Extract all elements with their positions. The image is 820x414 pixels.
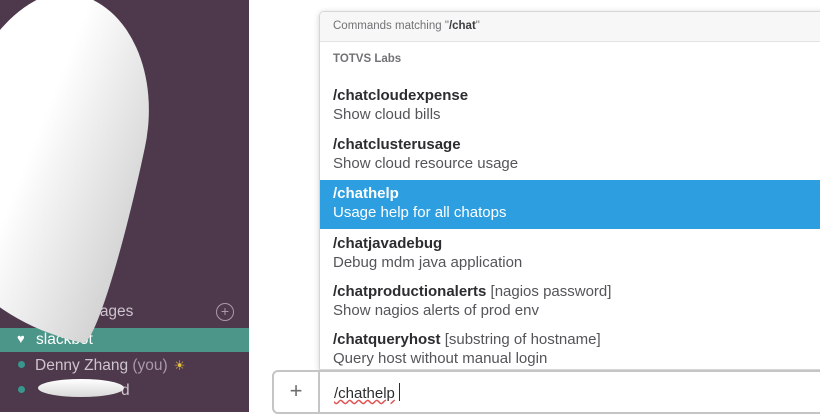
command-name: /chatclusterusage bbox=[333, 136, 461, 153]
add-dm-icon[interactable]: + bbox=[216, 303, 234, 321]
command-item[interactable]: /chatcloudexpense Show cloud bills bbox=[320, 82, 820, 131]
command-item[interactable]: /chatproductionalerts [nagios password] … bbox=[320, 278, 820, 327]
command-name: /chatcloudexpense bbox=[333, 87, 469, 104]
command-name: /chatproductionalerts bbox=[333, 283, 487, 300]
message-input-box[interactable]: + /chathelp bbox=[272, 370, 820, 414]
dm-item-slackbot[interactable]: ♥ slackbot bbox=[0, 328, 249, 352]
command-item[interactable]: /chatjavadebug Debug mdm java applicatio… bbox=[320, 230, 820, 279]
command-name: /chatqueryhost bbox=[333, 331, 441, 348]
dm-item-self[interactable]: Denny Zhang (you) ☀ bbox=[18, 357, 185, 375]
occluding-shape bbox=[38, 379, 124, 397]
sun-status-icon: ☀ bbox=[173, 358, 186, 373]
popup-header: Commands matching "/chat" bbox=[320, 12, 820, 42]
command-argument-hint: [substring of hostname] bbox=[444, 331, 601, 348]
heart-icon: ♥ bbox=[17, 331, 25, 346]
command-name: /chathelp bbox=[333, 185, 399, 202]
command-item-selected[interactable]: /chathelp Usage help for all chatops bbox=[320, 180, 820, 229]
text-caret bbox=[398, 383, 400, 401]
sidebar: #fronted #general #hr ■hr-investors #jen… bbox=[0, 0, 249, 412]
command-description: Usage help for all chatops bbox=[333, 204, 507, 221]
command-description: Debug mdm java application bbox=[333, 254, 523, 271]
occluding-shape bbox=[0, 0, 174, 348]
command-description: Show cloud resource usage bbox=[333, 155, 519, 172]
message-input[interactable]: /chathelp bbox=[334, 383, 400, 402]
attach-plus-button[interactable]: + bbox=[274, 372, 320, 412]
command-description: Query host without manual login bbox=[333, 350, 548, 367]
command-description: Show cloud bills bbox=[333, 106, 441, 123]
command-argument-hint: [nagios password] bbox=[490, 283, 612, 300]
command-item[interactable]: /chatqueryhost [substring of hostname] Q… bbox=[320, 326, 820, 369]
slash-command-popup: Commands matching "/chat" TOTVS Labs /ch… bbox=[319, 11, 820, 370]
message-input-value: /chathelp bbox=[334, 385, 395, 402]
command-group-title: TOTVS Labs bbox=[333, 53, 402, 65]
presence-dot-icon bbox=[18, 386, 25, 393]
command-description: Show nagios alerts of prod env bbox=[333, 302, 539, 319]
command-name: /chatjavadebug bbox=[333, 235, 443, 252]
presence-dot-icon bbox=[18, 361, 25, 368]
command-item[interactable]: /chatclusterusage Show cloud resource us… bbox=[320, 131, 820, 180]
